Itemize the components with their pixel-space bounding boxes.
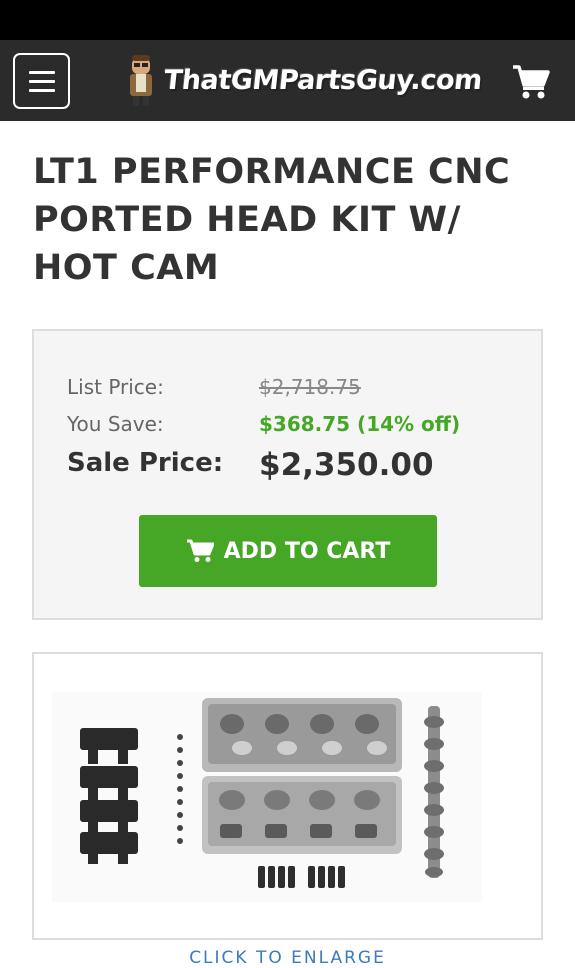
site-logo[interactable]: ThatGMPartsGuy.com (122, 52, 484, 108)
list-price-value: $2,718.75 (259, 375, 361, 399)
logo-text: ThatGMPartsGuy.com (162, 64, 484, 96)
sale-price-row: Sale Price: $2,350.00 (67, 447, 434, 483)
product-image-panel (32, 652, 543, 940)
add-to-cart-button[interactable]: ADD TO CART (139, 515, 437, 587)
cart-icon (186, 539, 214, 562)
product-title: LT1 PERFORMANCE CNC PORTED HEAD KIT W/ H… (33, 152, 511, 288)
add-to-cart-label: ADD TO CART (223, 538, 391, 564)
menu-button[interactable] (13, 53, 70, 109)
hamburger-bar (29, 89, 55, 92)
mascot-icon (130, 55, 152, 106)
click-to-enlarge-link[interactable]: CLICK TO ENLARGE (0, 948, 575, 968)
hamburger-bar (29, 80, 55, 83)
hamburger-menu-icon (29, 71, 55, 74)
shopping-cart-icon[interactable] (512, 64, 550, 100)
price-panel: List Price: $2,718.75 You Save: $368.75 … (32, 329, 543, 620)
sale-price-value: $2,350.00 (259, 447, 434, 483)
list-price-label: List Price: (67, 375, 164, 399)
list-price-row: List Price: $2,718.75 (67, 375, 361, 399)
sale-price-label: Sale Price: (67, 448, 224, 478)
site-header: ThatGMPartsGuy.com (0, 40, 575, 121)
you-save-label: You Save: (67, 412, 164, 436)
you-save-value: $368.75 (14% off) (259, 412, 461, 436)
product-image[interactable] (52, 692, 482, 902)
status-bar (0, 0, 575, 40)
you-save-row: You Save: $368.75 (14% off) (67, 412, 460, 436)
